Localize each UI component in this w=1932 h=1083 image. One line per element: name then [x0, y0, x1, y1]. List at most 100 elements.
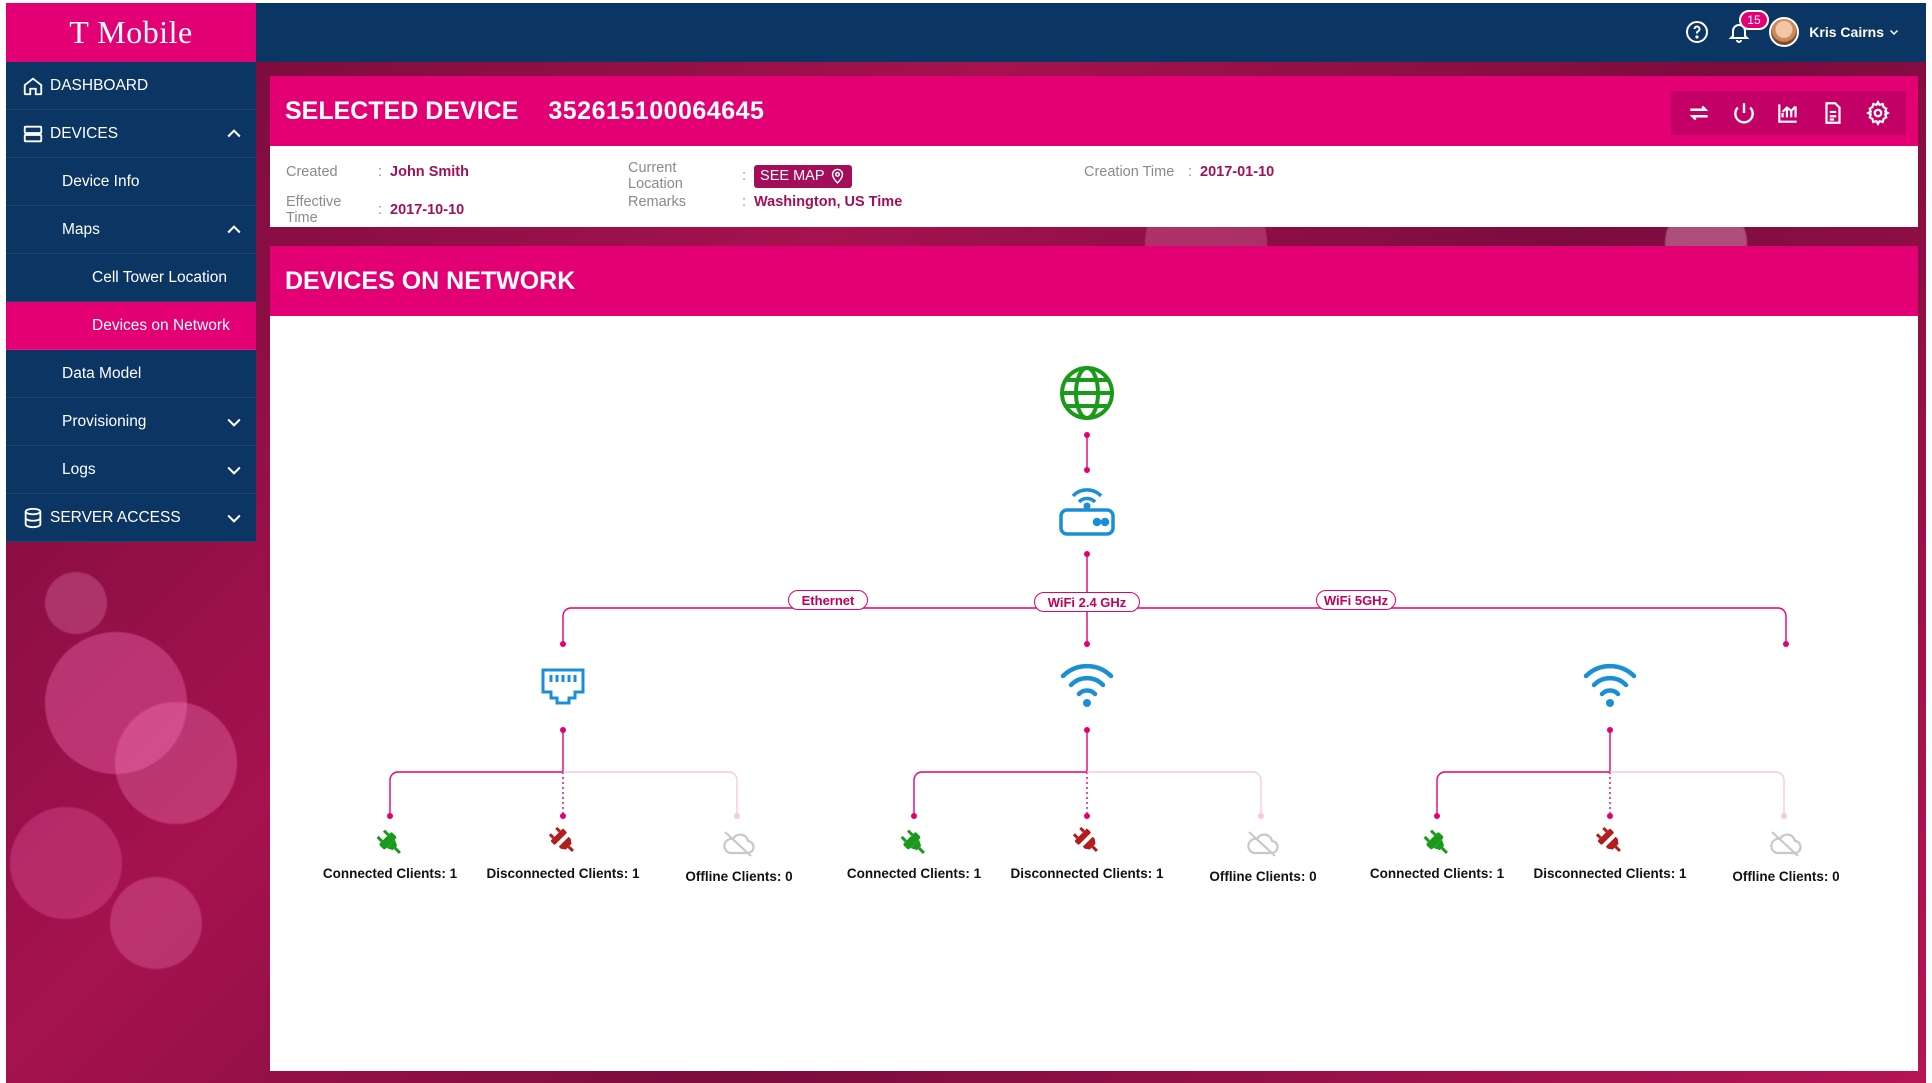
- sidebar-item-label: Devices on Network: [92, 316, 230, 334]
- sidebar-item-label: Cell Tower Location: [92, 268, 227, 286]
- sidebar-item-logs[interactable]: Logs: [6, 446, 256, 494]
- info-effective: Effective Time : 2017-10-10: [286, 194, 464, 226]
- chevron-down-icon[interactable]: [224, 412, 244, 432]
- chevron-up-icon[interactable]: [224, 220, 244, 240]
- separator: :: [1188, 164, 1193, 180]
- wifi-icon[interactable]: [1583, 661, 1637, 709]
- sidebar-item-label: DEVICES: [50, 124, 119, 142]
- internet-globe-icon[interactable]: [1059, 365, 1115, 421]
- top-actions: 15 Kris Cairns: [1685, 10, 1900, 47]
- effective-value: 2017-10-10: [390, 202, 465, 218]
- sidebar-item-data-model[interactable]: Data Model: [6, 350, 256, 398]
- sidebar: T Mobile DASHBOARD DEVICES Device Info M…: [6, 3, 256, 1083]
- offline-clients-label: Offline Clients: 0: [1732, 869, 1840, 884]
- sync-icon[interactable]: [1686, 100, 1712, 126]
- wifi24-link-label: WiFi 2.4 GHz: [1034, 592, 1140, 612]
- sidebar-item-device-info[interactable]: Device Info: [6, 158, 256, 206]
- sidebar-item-label: Device Info: [62, 172, 140, 190]
- map-pin-icon: [831, 168, 843, 184]
- avatar[interactable]: [1769, 17, 1800, 47]
- sidebar-item-provisioning[interactable]: Provisioning: [6, 398, 256, 446]
- document-icon[interactable]: [1820, 100, 1846, 126]
- router-icon[interactable]: [1058, 481, 1116, 539]
- connected-plug-icon[interactable]: [375, 828, 405, 858]
- top-bar: 15 Kris Cairns: [256, 3, 1926, 62]
- user-name: Kris Cairns: [1809, 24, 1884, 40]
- info-created: Created : John Smith: [286, 164, 469, 180]
- chevron-up-icon[interactable]: [224, 124, 244, 144]
- device-toolbar: [1671, 91, 1906, 135]
- created-value: John Smith: [390, 164, 469, 180]
- device-info-box: Created : John Smith Effective Time : 20…: [270, 146, 1918, 227]
- separator: :: [742, 168, 747, 184]
- user-menu[interactable]: Kris Cairns: [1809, 24, 1900, 40]
- sidebar-item-server-access[interactable]: SERVER ACCESS: [6, 494, 256, 542]
- offline-cloud-icon[interactable]: [721, 830, 755, 858]
- offline-clients-label: Offline Clients: 0: [685, 869, 793, 884]
- offline-cloud-icon[interactable]: [1245, 830, 1279, 858]
- chevron-down-icon[interactable]: [224, 508, 244, 528]
- disconnected-plug-icon[interactable]: [548, 826, 578, 856]
- see-map-label: SEE MAP: [760, 168, 825, 184]
- disconnected-clients-label: Disconnected Clients: 1: [1533, 866, 1687, 881]
- info-creation-time: Creation Time : 2017-01-10: [1084, 164, 1274, 180]
- help-icon[interactable]: [1685, 20, 1709, 44]
- creation-value: 2017-01-10: [1200, 164, 1275, 180]
- settings-icon[interactable]: [1865, 100, 1891, 126]
- chevron-down-icon[interactable]: [224, 460, 244, 480]
- sidebar-item-devices-on-network[interactable]: Devices on Network: [6, 302, 256, 350]
- selected-device-header: SELECTED DEVICE 352615100064645: [270, 76, 1918, 146]
- sidebar-nav: DASHBOARD DEVICES Device Info Maps Cell …: [6, 62, 256, 542]
- disconnected-clients-label: Disconnected Clients: 1: [1010, 866, 1164, 881]
- wifi-icon[interactable]: [1060, 661, 1114, 709]
- selected-device-title: SELECTED DEVICE: [285, 96, 519, 125]
- location-label: Current Location: [628, 160, 683, 192]
- separator: :: [378, 164, 383, 180]
- offline-clients-label: Offline Clients: 0: [1209, 869, 1317, 884]
- network-topology: Ethernet WiFi 2.4 GHz WiFi 5GHz Connecte…: [270, 316, 1918, 1071]
- app-root: T Mobile DASHBOARD DEVICES Device Info M…: [0, 0, 1932, 1083]
- connected-clients-label: Connected Clients: 1: [1369, 866, 1505, 881]
- sidebar-item-maps[interactable]: Maps: [6, 206, 256, 254]
- sidebar-item-label: Maps: [62, 220, 100, 238]
- info-location: Current Location : SEE MAP: [628, 160, 852, 192]
- ethernet-port-icon[interactable]: [540, 666, 586, 706]
- database-icon: [22, 507, 44, 529]
- connected-clients-label: Connected Clients: 1: [846, 866, 982, 881]
- connected-plug-icon[interactable]: [1422, 828, 1452, 858]
- devices-on-network-header: DEVICES ON NETWORK: [270, 246, 1918, 316]
- remarks-label: Remarks: [628, 194, 687, 210]
- tmobile-logo[interactable]: T Mobile: [6, 3, 256, 62]
- separator: :: [742, 194, 747, 210]
- see-map-button[interactable]: SEE MAP: [754, 164, 852, 188]
- separator: :: [378, 202, 383, 218]
- effective-label: Effective Time: [286, 194, 342, 226]
- home-icon: [22, 75, 44, 97]
- devices-on-network-title: DEVICES ON NETWORK: [285, 266, 576, 295]
- sidebar-item-label: SERVER ACCESS: [50, 508, 181, 526]
- disconnected-plug-icon[interactable]: [1595, 826, 1625, 856]
- sidebar-item-label: Logs: [62, 460, 96, 478]
- notification-badge: 15: [1739, 10, 1769, 30]
- creation-label: Creation Time: [1084, 164, 1175, 180]
- wifi5-link-label: WiFi 5GHz: [1316, 590, 1396, 610]
- disconnected-clients-label: Disconnected Clients: 1: [486, 866, 640, 881]
- remarks-value: Washington, US Time: [754, 194, 903, 210]
- device-serial: 352615100064645: [548, 96, 765, 125]
- sidebar-item-devices[interactable]: DEVICES: [6, 110, 256, 158]
- disconnected-plug-icon[interactable]: [1072, 826, 1102, 856]
- power-icon[interactable]: [1731, 100, 1757, 126]
- chevron-down-icon: [1889, 29, 1899, 36]
- info-remarks: Remarks : Washington, US Time: [628, 194, 902, 210]
- offline-cloud-icon[interactable]: [1768, 830, 1802, 858]
- ethernet-link-label: Ethernet: [788, 590, 868, 610]
- notifications[interactable]: 15: [1727, 10, 1769, 44]
- sidebar-item-label: DASHBOARD: [50, 76, 149, 94]
- sidebar-item-cell-tower-location[interactable]: Cell Tower Location: [6, 254, 256, 302]
- chart-icon[interactable]: [1775, 100, 1801, 126]
- server-icon: [22, 123, 44, 145]
- sidebar-item-dashboard[interactable]: DASHBOARD: [6, 62, 256, 110]
- connected-plug-icon[interactable]: [899, 828, 929, 858]
- sidebar-item-label: Provisioning: [62, 412, 147, 430]
- sidebar-item-label: Data Model: [62, 364, 142, 382]
